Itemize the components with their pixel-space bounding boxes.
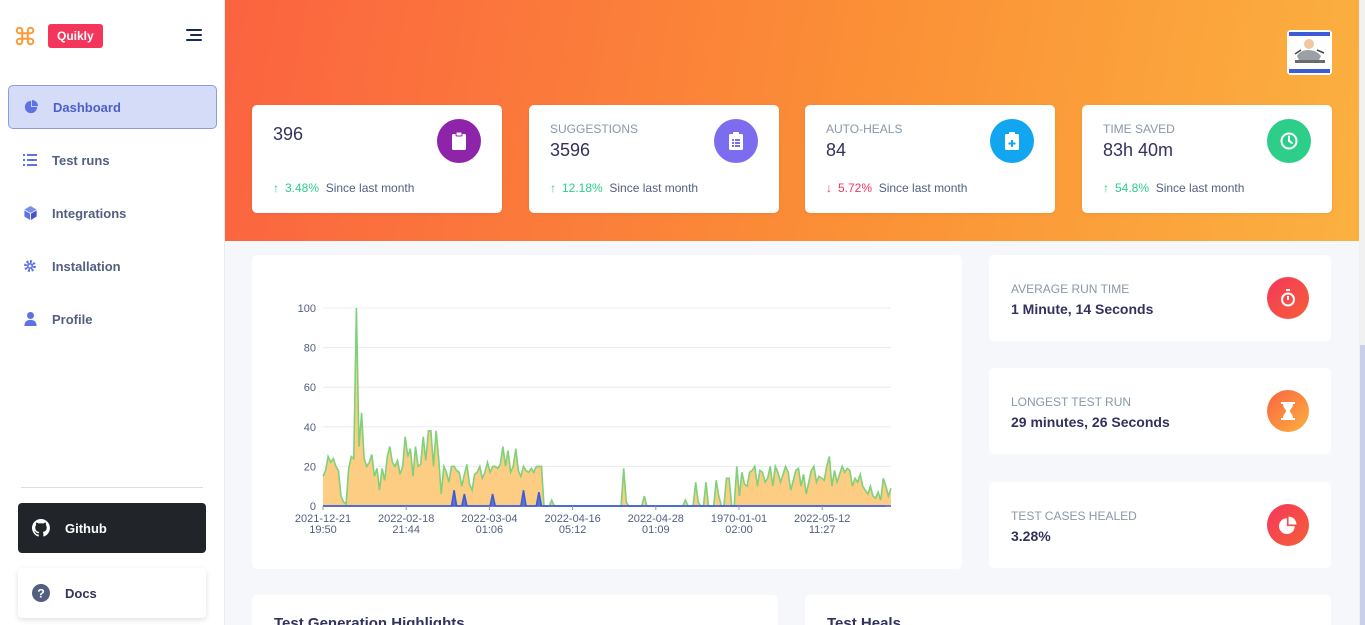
cube-icon [22, 205, 38, 221]
run-activity-chart: 0 20 40 60 80 100 2021-12-21 19:50 2022-02-18 21:… [252, 255, 962, 569]
user-icon [22, 311, 38, 327]
brand-name: Quikly [48, 24, 103, 48]
docs-label: Docs [65, 585, 97, 601]
card-title: Test Heals [827, 615, 901, 625]
stat-change-value: 54.8% [1115, 181, 1150, 195]
medical-clipboard-icon [990, 119, 1034, 163]
x-tick-label-time: 21:44 [392, 524, 420, 536]
test-generation-highlights-card: Test Generation Highlights [252, 595, 778, 625]
card-title: Test Generation Highlights [274, 615, 465, 625]
info-value: 3.28% [1011, 528, 1051, 544]
github-icon [32, 519, 50, 537]
stat-label: Time Saved [1103, 122, 1175, 136]
stat-value: 83h 40m [1103, 140, 1174, 160]
stat-change-value: 3.48% [285, 181, 320, 195]
area-chart[interactable]: 0204060801002021-12-2119:502022-02-1821:… [252, 255, 962, 569]
sidebar-item-label: Profile [52, 311, 93, 327]
stat-change: ↑ 12.18% Since last month [550, 181, 698, 195]
stat-since: Since last month [878, 181, 968, 195]
sidebar-item-label: Installation [52, 258, 121, 274]
github-label: Github [65, 520, 107, 536]
sidebar: Quikly Dashboard Test runs Integrations [0, 0, 225, 625]
stat-value: 84 [826, 140, 847, 160]
stat-change: ↓ 5.72% Since last month [826, 181, 967, 195]
info-card-average-run-time: Average Run Time 1 Minute, 14 Seconds [989, 255, 1331, 341]
scrollbar-thumb[interactable] [1360, 345, 1365, 625]
stat-since: Since last month [325, 181, 415, 195]
series-area [323, 308, 891, 506]
y-tick-label: 0 [310, 501, 316, 513]
sidebar-item-dashboard[interactable]: Dashboard [8, 85, 217, 129]
sidebar-item-label: Test runs [52, 152, 110, 168]
info-card-longest-test-run: Longest Test Run 29 minutes, 26 Seconds [989, 368, 1331, 454]
help-circle-icon: ? [32, 584, 50, 602]
sidebar-divider [21, 487, 203, 488]
stat-label: Auto-Heals [826, 122, 903, 136]
info-card-test-cases-healed: Test Cases Healed 3.28% [989, 482, 1331, 568]
github-button[interactable]: Github [18, 503, 206, 553]
stopwatch-icon [1267, 277, 1309, 319]
checklist-icon [714, 119, 758, 163]
avatar[interactable] [1287, 30, 1332, 75]
stat-change-value: 5.72% [838, 181, 873, 195]
arrow-up-icon: ↑ [273, 181, 279, 195]
svg-text:?: ? [37, 587, 45, 601]
sidebar-nav: Dashboard Test runs Integrations Install… [8, 85, 217, 350]
info-label: Average Run Time [1011, 282, 1130, 296]
brand[interactable]: Quikly [14, 24, 103, 48]
stat-change: ↑ 54.8% Since last month [1103, 181, 1244, 195]
stat-card-suggestions: Suggestions 3596 ↑ 12.18% Since last mont… [529, 105, 779, 213]
y-tick-label: 60 [304, 382, 316, 394]
stat-label: Suggestions [550, 122, 639, 136]
y-tick-label: 80 [304, 343, 316, 355]
menu-toggle-icon[interactable] [186, 29, 202, 44]
x-tick-label-time: 01:09 [642, 524, 670, 536]
y-tick-label: 20 [304, 461, 316, 473]
info-label: Test Cases Healed [1011, 509, 1137, 523]
stat-value: 396 [273, 124, 304, 144]
arrow-up-icon: ↑ [1103, 181, 1109, 195]
y-tick-label: 40 [304, 422, 316, 434]
stat-change-value: 12.18% [562, 181, 603, 195]
list-icon [22, 152, 38, 168]
sidebar-item-label: Dashboard [53, 99, 121, 115]
command-logo-icon [15, 26, 35, 46]
clock-icon [1267, 119, 1311, 163]
pie-chart-icon [1267, 504, 1309, 546]
stat-card-tests: 396 ↑ 3.48% Since last month [252, 105, 502, 213]
stat-value: 3596 [550, 140, 591, 160]
stat-since: Since last month [1155, 181, 1245, 195]
stat-card-time-saved: Time Saved 83h 40m ↑ 54.8% Since last mon… [1082, 105, 1332, 213]
clipboard-icon [437, 119, 481, 163]
pie-chart-icon [23, 99, 39, 115]
test-heals-card: Test Heals [805, 595, 1331, 625]
sidebar-item-installation[interactable]: Installation [8, 244, 217, 288]
stat-change: ↑ 3.48% Since last month [273, 181, 414, 195]
x-tick-label-time: 19:50 [309, 524, 337, 536]
info-value: 29 minutes, 26 Seconds [1011, 414, 1170, 430]
sidebar-item-label: Integrations [52, 205, 127, 221]
x-tick-label-time: 05:12 [559, 524, 587, 536]
sidebar-item-integrations[interactable]: Integrations [8, 191, 217, 235]
arrow-down-icon: ↓ [826, 181, 832, 195]
arrow-up-icon: ↑ [550, 181, 556, 195]
stat-card-auto-heals: Auto-Heals 84 ↓ 5.72% Since last month [805, 105, 1055, 213]
sidebar-item-test-runs[interactable]: Test runs [8, 138, 217, 182]
sidebar-item-profile[interactable]: Profile [8, 297, 217, 341]
x-tick-label-time: 01:06 [476, 524, 504, 536]
stat-since: Since last month [609, 181, 699, 195]
hourglass-icon [1267, 390, 1309, 432]
user-avatar-image [1287, 30, 1332, 75]
info-value: 1 Minute, 14 Seconds [1011, 301, 1154, 317]
info-label: Longest Test Run [1011, 395, 1132, 409]
gear-icon [22, 258, 38, 274]
x-tick-label-time: 02:00 [725, 524, 753, 536]
x-tick-label-time: 11:27 [809, 524, 836, 536]
y-tick-label: 100 [298, 303, 316, 315]
docs-button[interactable]: ? Docs [18, 568, 206, 618]
